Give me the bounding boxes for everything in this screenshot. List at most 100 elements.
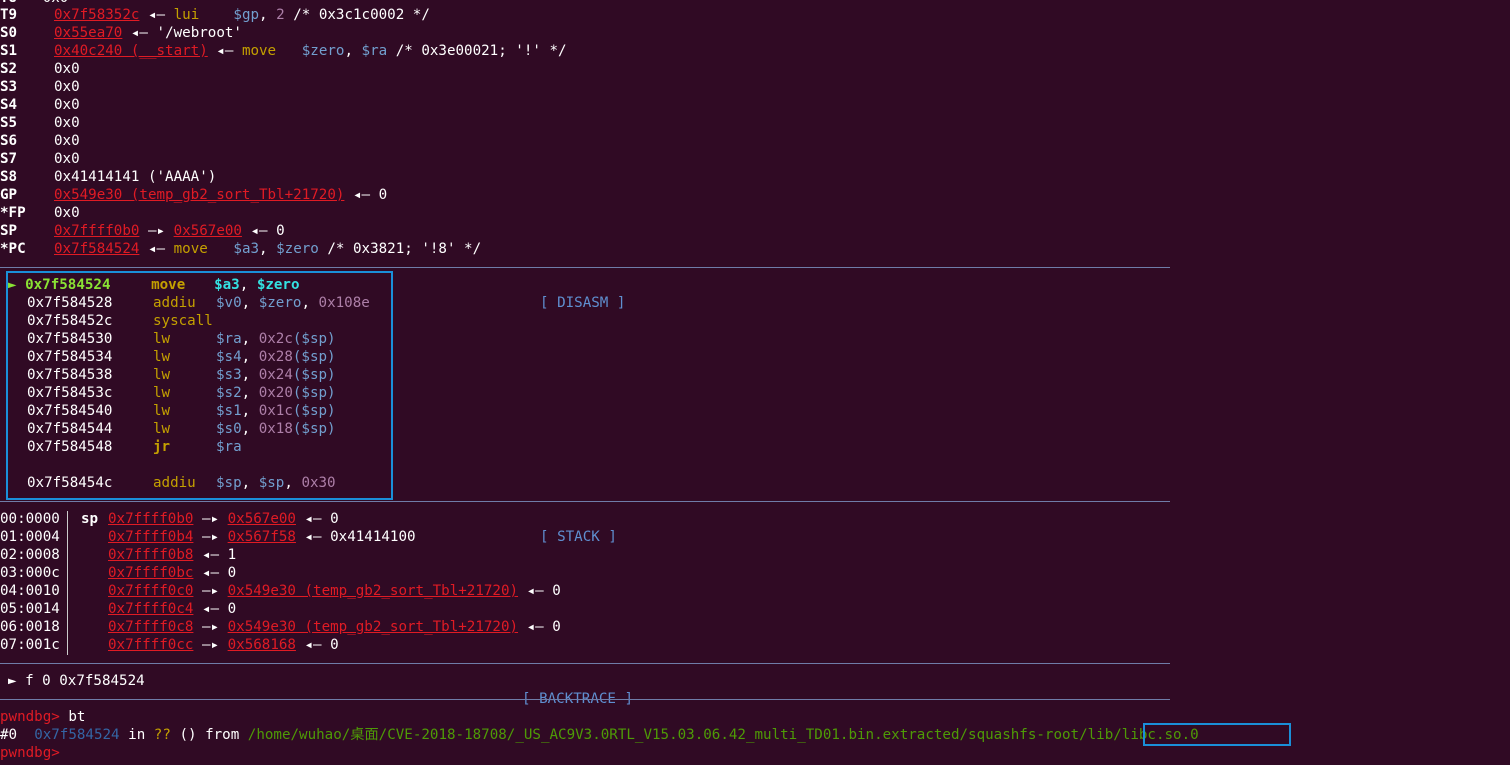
address-link[interactable]: 0x567e00 (228, 511, 296, 527)
register-row-s3: S3 0x0 (0, 78, 80, 96)
stack-value: 0 (227, 565, 237, 581)
register-value: 0x0 (54, 115, 80, 131)
address-link[interactable]: 0x7ffff0c8 (108, 619, 193, 635)
disasm-operand: $sp (258, 475, 285, 491)
register-value: 0x0 (54, 205, 80, 221)
disasm-operand: 0x28 (258, 349, 293, 365)
frame-marker-icon: ► (8, 673, 17, 689)
address-link[interactable]: 0x7ffff0c0 (108, 583, 193, 599)
address-link[interactable]: 0x7f584524 (54, 241, 139, 257)
stack-pointer-tag: sp (81, 511, 99, 527)
arrow-left: ◂— (201, 601, 220, 617)
stack-value: 1 (227, 547, 237, 563)
address-link[interactable]: 0x7ffff0b0 (54, 223, 139, 239)
register-value: 0x0 (54, 79, 80, 95)
disasm-operand: $s1 (216, 403, 242, 419)
stack-offset: 05:0014 (0, 601, 60, 617)
disasm-operand: 0x24 (258, 367, 293, 383)
stack-offset: 07:001c (0, 637, 60, 653)
register-name: S4 (0, 97, 18, 113)
arrow-left: ◂— (130, 25, 148, 41)
register-name: S8 (0, 169, 18, 185)
register-value: 0x0 (54, 97, 80, 113)
disasm-row[interactable]: 0x7f584528 addiu $v0, $zero, 0x108e (27, 294, 370, 312)
disasm-mnemonic: lw (153, 385, 171, 401)
address-link[interactable]: 0x7ffff0bc (108, 565, 193, 581)
frame-number: #0 (0, 727, 18, 743)
address-link[interactable]: 0x40c240 (__start) (54, 43, 208, 59)
disasm-row[interactable]: 0x7f584544 lw $s0, 0x18($sp) (27, 420, 336, 438)
disasm-mnemonic: addiu (153, 475, 196, 491)
disasm-row-current[interactable]: ► 0x7f584524 move $a3, $zero (8, 276, 300, 294)
backtrace-separator: [ BACKTRACE ] (0, 654, 1170, 708)
disasm-operand: ($sp) (292, 421, 336, 437)
address-link[interactable]: 0x549e30 (temp_gb2_sort_Tbl+21720) (228, 619, 518, 635)
disasm-row[interactable]: 0x7f58452c syscall (27, 312, 213, 330)
command-line-empty[interactable]: pwndbg> (0, 744, 60, 762)
stack-row[interactable]: 01:0004 0x7ffff0b4 —▸ 0x567f58 ◂— 0x41414… (0, 528, 416, 546)
address-link[interactable]: 0x7ffff0c4 (108, 601, 193, 617)
stack-row[interactable]: 00:0000 sp 0x7ffff0b0 —▸ 0x567e00 ◂— 0 (0, 510, 339, 528)
address-link[interactable]: 0x7f58352c (54, 7, 139, 23)
stack-row[interactable]: 03:000c 0x7ffff0bc ◂— 0 (0, 564, 236, 582)
arrow-right: —▸ (201, 619, 220, 635)
arrow-right: —▸ (201, 637, 220, 653)
stack-value: 0 (227, 601, 237, 617)
register-value: 0 (378, 187, 388, 203)
section-title-disasm: [ DISASM ] (538, 294, 628, 312)
address-link[interactable]: 0x567f58 (228, 529, 296, 545)
register-row-t9: T9 0x7f58352c ◂— lui $gp, 2 /* 0x3c1c0002… (0, 7, 430, 23)
disasm-operand: 0x1c (258, 403, 293, 419)
address-link[interactable]: 0x567e00 (174, 223, 242, 239)
register-name: S0 (0, 25, 18, 41)
disasm-row[interactable]: 0x7f584540 lw $s1, 0x1c($sp) (27, 402, 336, 420)
stack-value: 0 (330, 637, 339, 653)
stack-value: 0 (552, 619, 561, 635)
disasm-mnemonic: lw (153, 367, 171, 383)
arrow-left: ◂— (147, 7, 166, 23)
stack-row[interactable]: 06:0018 0x7ffff0c8 —▸ 0x549e30 (temp_gb2_… (0, 618, 561, 636)
backtrace-frame[interactable]: ► f 0 0x7f584524 (8, 672, 145, 690)
disasm-operand: 0x20 (258, 385, 293, 401)
address-link[interactable]: 0x7ffff0cc (108, 637, 193, 653)
disasm-address: 0x7f584524 (25, 277, 111, 293)
disasm-row[interactable]: 0x7f58453c lw $s2, 0x20($sp) (27, 384, 336, 402)
register-name: T9 (0, 7, 18, 23)
disasm-operand: $v0 (216, 295, 242, 311)
disasm-row[interactable]: 0x7f584534 lw $s4, 0x28($sp) (27, 348, 336, 366)
separator-line (0, 663, 1170, 664)
address-link[interactable]: 0x7ffff0b8 (108, 547, 193, 563)
bt-keyword: from (205, 727, 240, 743)
library-path[interactable]: /home/wuhao/桌面/CVE-2018-18708/_US_AC9V3.… (248, 727, 1079, 743)
address-link[interactable]: 0x7ffff0b0 (108, 511, 193, 527)
function-args: () (179, 727, 197, 743)
disasm-row[interactable]: 0x7f584548 jr $ra (27, 438, 242, 456)
address-link[interactable]: 0x549e30 (temp_gb2_sort_Tbl+21720) (54, 187, 344, 203)
register-name: GP (0, 187, 18, 203)
address-link[interactable]: 0x549e30 (temp_gb2_sort_Tbl+21720) (228, 583, 518, 599)
stack-row[interactable]: 05:0014 0x7ffff0c4 ◂— 0 (0, 600, 236, 618)
stack-row[interactable]: 07:001c 0x7ffff0cc —▸ 0x568168 ◂— 0 (0, 636, 339, 654)
address-link[interactable]: 0x7ffff0b4 (108, 529, 193, 545)
stack-row[interactable]: 04:0010 0x7ffff0c0 —▸ 0x549e30 (temp_gb2_… (0, 582, 561, 600)
disasm-row[interactable]: 0x7f584530 lw $ra, 0x2c($sp) (27, 330, 336, 348)
disasm-operand: $ra (216, 439, 242, 455)
prompt-label: pwndbg> (0, 709, 60, 725)
arrow-left: ◂— (304, 637, 322, 653)
disasm-operand: $sp (216, 475, 242, 491)
disasm-row[interactable]: 0x7f584538 lw $s3, 0x24($sp) (27, 366, 336, 384)
register-value: 0x0 (54, 61, 80, 77)
stack-row[interactable]: 02:0008 0x7ffff0b8 ◂— 1 (0, 546, 236, 564)
register-row-pc: *PC 0x7f584524 ◂— move $a3, $zero /* 0x38… (0, 241, 482, 257)
stack-value: 0x41414100 (330, 529, 416, 545)
arrow-left: ◂— (304, 529, 322, 545)
disasm-operand: 0x18 (258, 421, 293, 437)
address-link[interactable]: 0x568168 (228, 637, 296, 653)
stack-offset: 00:0000 (0, 511, 60, 527)
stack-offset: 06:0018 (0, 619, 60, 635)
disasm-row[interactable]: 0x7f58454c addiu $sp, $sp, 0x30 (27, 474, 336, 492)
command-line[interactable]: pwndbg> bt (0, 708, 85, 726)
disasm-operand: $a3 (214, 277, 240, 293)
arrow-left: ◂— (526, 619, 544, 635)
address-link[interactable]: 0x55ea70 (54, 25, 122, 41)
